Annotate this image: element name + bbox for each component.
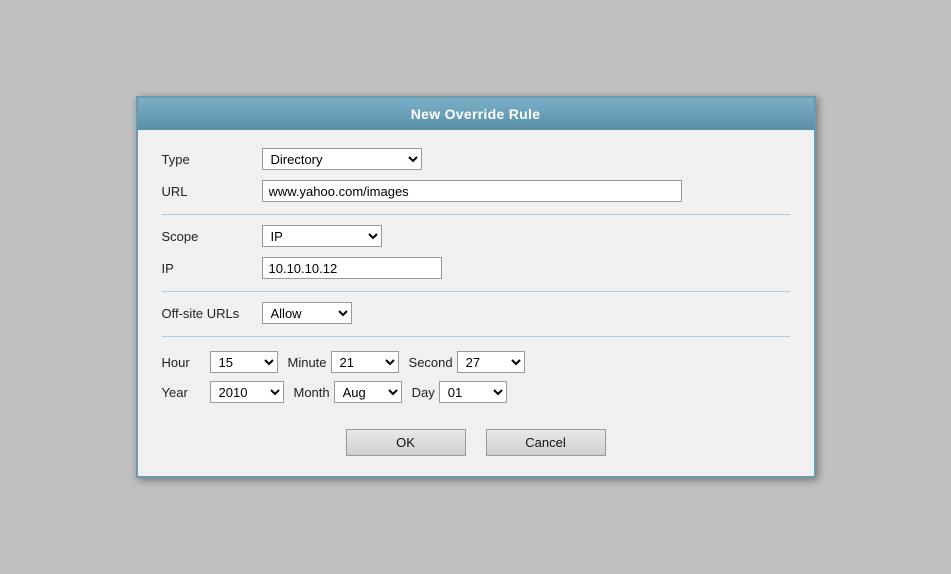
second-select[interactable]: 0001020304050607080910111213141516171819… <box>457 351 525 373</box>
ip-input[interactable] <box>262 257 442 279</box>
ok-button[interactable]: OK <box>346 429 466 456</box>
month-select[interactable]: JanFebMarAprMayJunJulAugSepOctNovDec <box>334 381 402 403</box>
url-row: URL <box>162 180 790 202</box>
cancel-button[interactable]: Cancel <box>486 429 606 456</box>
time-row: Hour 00010203040506070809101112131415161… <box>162 351 790 373</box>
type-label: Type <box>162 152 262 167</box>
offsite-row: Off-site URLs AllowDeny <box>162 302 790 324</box>
second-label: Second <box>409 355 453 370</box>
type-select[interactable]: DirectoryDomainURLRegex <box>262 148 422 170</box>
button-row: OK Cancel <box>162 419 790 460</box>
hour-label: Hour <box>162 355 210 370</box>
offsite-label: Off-site URLs <box>162 306 262 321</box>
offsite-section: Off-site URLs AllowDeny <box>162 302 790 337</box>
day-select[interactable]: 0102030405060708091011121314151617181920… <box>439 381 507 403</box>
year-label: Year <box>162 385 210 400</box>
date-row: Year 20082009201020112012 Month JanFebMa… <box>162 381 790 403</box>
scope-label: Scope <box>162 229 262 244</box>
ip-row: IP <box>162 257 790 279</box>
year-select[interactable]: 20082009201020112012 <box>210 381 284 403</box>
hour-select[interactable]: 0001020304050607080910111213141516171819… <box>210 351 278 373</box>
minute-select[interactable]: 0001020304050607080910111213141516171819… <box>331 351 399 373</box>
type-url-section: Type DirectoryDomainURLRegex URL <box>162 148 790 215</box>
scope-select[interactable]: IPUserGroupAll <box>262 225 382 247</box>
url-input[interactable] <box>262 180 682 202</box>
offsite-select[interactable]: AllowDeny <box>262 302 352 324</box>
type-row: Type DirectoryDomainURLRegex <box>162 148 790 170</box>
url-label: URL <box>162 184 262 199</box>
minute-label: Minute <box>288 355 327 370</box>
day-label: Day <box>412 385 435 400</box>
scope-ip-section: Scope IPUserGroupAll IP <box>162 225 790 292</box>
dialog-title: New Override Rule <box>138 98 814 130</box>
scope-row: Scope IPUserGroupAll <box>162 225 790 247</box>
ip-label: IP <box>162 261 262 276</box>
time-section: Hour 00010203040506070809101112131415161… <box>162 347 790 419</box>
dialog-body: Type DirectoryDomainURLRegex URL Scope I… <box>138 130 814 476</box>
new-override-rule-dialog: New Override Rule Type DirectoryDomainUR… <box>136 96 816 478</box>
month-label: Month <box>294 385 330 400</box>
